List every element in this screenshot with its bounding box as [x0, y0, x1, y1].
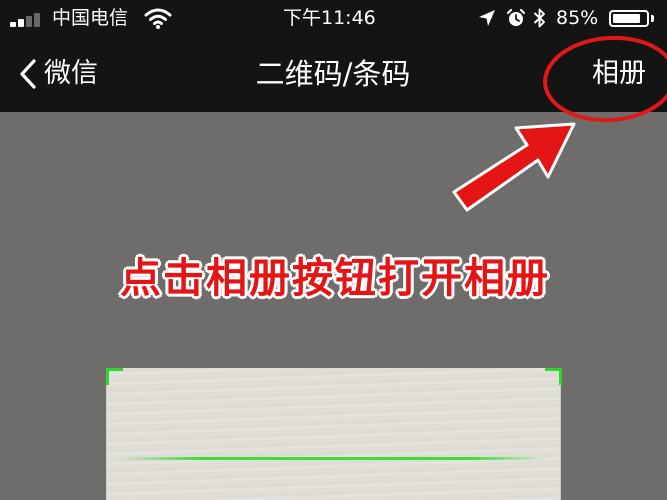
carrier-name: 中国电信 — [52, 7, 129, 29]
top-bar: 中国电信 下午11:46 85% 微信 二维码/条码 相册 — [0, 0, 667, 112]
status-bar: 中国电信 下午11:46 85% — [0, 0, 667, 36]
signal-icon — [10, 11, 52, 27]
scan-frame — [106, 368, 561, 500]
status-time: 下午11:46 — [283, 7, 376, 29]
wifi-icon — [144, 8, 172, 29]
battery-cap — [651, 15, 654, 22]
page-title: 二维码/条码 — [255, 57, 411, 91]
scan-line — [122, 457, 545, 460]
scan-corner-top-left — [106, 368, 123, 385]
chevron-left-icon — [20, 59, 36, 89]
alarm-icon — [506, 8, 526, 26]
scan-corner-top-right — [545, 368, 562, 385]
back-label: 微信 — [44, 58, 98, 89]
album-button[interactable]: 相册 — [582, 54, 656, 94]
nav-bar: 微信 二维码/条码 相册 — [0, 36, 667, 112]
bluetooth-icon — [533, 8, 545, 28]
battery-level — [613, 14, 640, 23]
back-button[interactable]: 微信 — [18, 56, 98, 92]
location-arrow-icon — [479, 10, 495, 26]
battery-percent: 85% — [556, 7, 599, 29]
annotation-text: 点击相册按钮打开相册 — [120, 254, 550, 302]
battery-icon — [609, 10, 649, 27]
